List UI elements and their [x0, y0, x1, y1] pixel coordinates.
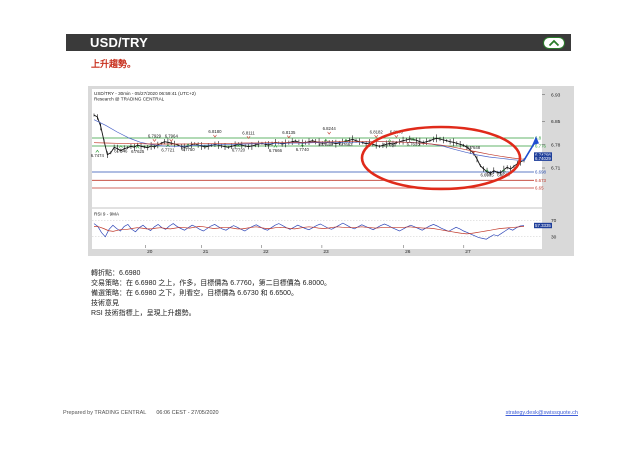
level-label: 6.65 — [535, 186, 544, 191]
collapse-toggle-button[interactable] — [543, 36, 565, 49]
rsi-label: RSI 9 - 9MA — [94, 212, 120, 217]
price-annotation: 6.8182 — [370, 130, 384, 135]
x-tick-label: 26 — [405, 249, 411, 255]
pivot-point: 轉折點：6.6980 — [91, 270, 141, 277]
price-annotation: 6.7964 — [165, 134, 179, 139]
y-tick-label: 6.85 — [551, 119, 561, 125]
price-annotation: 6.7650 — [383, 143, 397, 148]
technical-comment: RSI 技術指標上，呈現上升趨勢。 — [91, 310, 196, 317]
trading-strategy: 交易策略：在 6.6980 之上，作多，目標價為 6.7760，第二目標價為 6… — [91, 280, 332, 287]
level-label: 6.776 — [535, 144, 547, 149]
x-tick-label: 22 — [263, 249, 269, 255]
price-annotation: 6.6905 — [480, 173, 494, 178]
footer-source: Prepared by TRADING CENTRAL 06:06 CEST - … — [63, 410, 219, 416]
level-label: 6.698 — [535, 170, 547, 175]
alternative-strategy: 備選策略：在 6.6980 之下，則看空，目標價為 6.6730 和 6.650… — [91, 290, 298, 297]
y-tick-label: 6.93 — [551, 92, 561, 98]
price-annotation: 6.7666 — [269, 148, 283, 153]
price-annotation: 6.7474 — [91, 153, 105, 158]
price-annotation: 6.8111 — [242, 131, 255, 136]
price-annotation: 6.7663 — [339, 142, 353, 147]
price-annotation: 6.7625 — [131, 149, 145, 154]
current-price-label: 6.74029 — [535, 156, 551, 161]
price-annotation: 6.7633 — [407, 142, 421, 147]
price-annotation: 6.7721 — [161, 148, 175, 153]
x-tick-label: 23 — [323, 249, 329, 255]
prepared-by: Prepared by TRADING CENTRAL — [63, 410, 147, 416]
x-tick-label: 27 — [465, 249, 471, 255]
price-annotation: 6.8180 — [208, 129, 222, 134]
y-tick-label: 6.78 — [551, 142, 561, 148]
level-label: 6.673 — [535, 178, 547, 183]
chart-plot-background — [92, 89, 542, 249]
x-tick-label: 20 — [147, 249, 153, 255]
price-annotation: 6.7646 — [114, 149, 128, 154]
analysis-text: 轉折點：6.6980 交易策略：在 6.6980 之上，作多，目標價為 6.77… — [91, 269, 331, 319]
price-annotation: 6.7648 — [319, 142, 333, 147]
trend-summary: 上升趨勢。 — [91, 59, 137, 69]
price-chart: USD/TRY - 30min - 05/27/2020 06:59:41 (U… — [91, 89, 561, 255]
rsi-value-label: 57.3335 — [535, 223, 551, 228]
rsi-tick-label: 30 — [551, 234, 557, 240]
x-tick-label: 21 — [203, 249, 209, 255]
chevron-up-icon — [548, 39, 560, 46]
comment-title: 技術意見 — [91, 300, 119, 307]
price-annotation: 6.7648 — [467, 145, 481, 150]
price-annotation: 6.7750 — [181, 147, 195, 152]
y-tick-label: 6.71 — [551, 166, 561, 172]
price-annotation: 6.7929 — [148, 134, 162, 139]
price-annotation: 6.8244 — [323, 126, 337, 131]
report-time: 06:06 CEST - 27/05/2020 — [156, 410, 219, 416]
page-title: USD/TRY — [90, 35, 148, 50]
contact-email-link[interactable]: strategy.desk@swissquote.ch — [506, 410, 578, 416]
chart-subtitle: Research @ TRADING CENTRAL — [94, 97, 165, 102]
chart-title: USD/TRY - 30min - 05/27/2020 06:59:41 (U… — [94, 91, 196, 96]
page-header: USD/TRY — [66, 34, 571, 51]
price-annotation: 6.7720 — [232, 148, 246, 153]
chart-panel: USD/TRY - 30min - 05/27/2020 06:59:41 (U… — [88, 86, 574, 256]
price-annotation: 6.8135 — [282, 130, 296, 135]
price-annotation: 6.7740 — [296, 147, 310, 152]
